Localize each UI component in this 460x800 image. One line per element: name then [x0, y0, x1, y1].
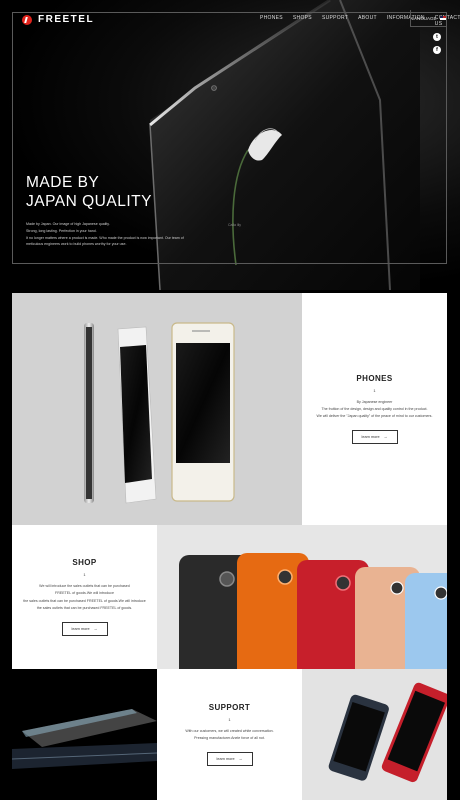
shop-text: We will introduce the sales outlets that… [20, 583, 150, 612]
shop-text-line: We will introduce the sales outlets that… [39, 584, 130, 589]
phones-text: By Japanese engineer The fruition of the… [310, 399, 440, 421]
support-learn-more-button[interactable]: learn more → [206, 752, 253, 767]
us-flag-icon [439, 16, 446, 20]
colorful-phones-image [179, 553, 447, 669]
hero-caption: Calla lily [228, 223, 242, 227]
brand-logo[interactable]: FREETEL [22, 14, 94, 25]
arrow-right-icon: → [93, 626, 98, 631]
shop-text-line: FREETEL of goods.We will introduce [55, 591, 114, 596]
support-text: With our customers, we will created whit… [165, 728, 295, 742]
hero-text-line: meticulous engineers work to build phone… [26, 242, 127, 247]
arrow-right-icon: → [238, 757, 243, 762]
phones-product-image [84, 322, 235, 504]
phones-button-label: learn more [361, 435, 380, 440]
support-right-image [302, 669, 447, 800]
hero-title-line2: JAPAN QUALITY [26, 193, 152, 210]
nav-item-shops[interactable]: SHOPS [293, 15, 312, 27]
support-button-label: learn more [216, 757, 235, 762]
logo-mark-icon [22, 14, 32, 25]
shop-text-line: the sales outlets that can be purchased … [36, 605, 133, 610]
facebook-icon[interactable]: f [433, 46, 441, 54]
support-title: SUPPORT [208, 702, 251, 712]
shop-button-label: learn more [71, 626, 90, 631]
hero-text-line: It no longer matters where a product is … [26, 235, 184, 240]
phones-card: PHONES 1 By Japanese engineer The fruiti… [302, 293, 447, 525]
support-text-line: Pressing manufacturer.Anele force of all… [194, 736, 265, 740]
twitter-icon[interactable]: t [433, 33, 441, 41]
support-number: 1 [228, 716, 231, 722]
support-card: SUPPORT 1 With our customers, we will cr… [157, 669, 302, 800]
shop-card: SHOP 1 We will introduce the sales outle… [12, 525, 157, 669]
hero-title-line1: MADE BY [26, 174, 100, 191]
arrow-right-icon: → [383, 435, 388, 440]
nav-item-about[interactable]: ABOUT [358, 15, 377, 27]
hero-title: MADE BY JAPAN QUALITY [26, 173, 152, 211]
language-button[interactable]: LANGUAGE [410, 10, 446, 27]
tilted-phones-image [328, 682, 447, 783]
shop-text-line: the sales outlets that can be purchased … [23, 598, 146, 603]
nav-item-support[interactable]: SUPPORT [322, 15, 348, 27]
phones-number: 1 [373, 387, 376, 393]
dark-phone-image [12, 709, 157, 769]
brand-name: FREETEL [38, 14, 95, 25]
shop-number: 1 [83, 572, 86, 578]
phones-text-line: We will deliver the "Japan quality" of t… [316, 414, 433, 419]
phones-text-line: By Japanese engineer [356, 399, 393, 404]
phones-learn-more-button[interactable]: learn more → [351, 430, 398, 445]
nav-item-phones[interactable]: PHONES [260, 15, 283, 27]
language-label: LANGUAGE [411, 15, 437, 21]
shop-title: SHOP [72, 558, 97, 568]
support-text-line: With our customers, we will created whit… [185, 728, 274, 733]
support-left-image [12, 669, 157, 800]
hero-description: Made by Japan. Our image of high Japanes… [26, 221, 186, 248]
hero-text-line: Strong, long lasting. Perfection in your… [26, 228, 97, 233]
phones-text-line: The fruition of the design, design and q… [321, 406, 428, 411]
hero-text-line: Made by Japan. Our image of high Japanes… [26, 222, 110, 226]
shop-image [157, 525, 447, 669]
phones-image [12, 293, 302, 525]
shop-learn-more-button[interactable]: learn more → [61, 621, 108, 636]
phones-title: PHONES [356, 373, 393, 383]
